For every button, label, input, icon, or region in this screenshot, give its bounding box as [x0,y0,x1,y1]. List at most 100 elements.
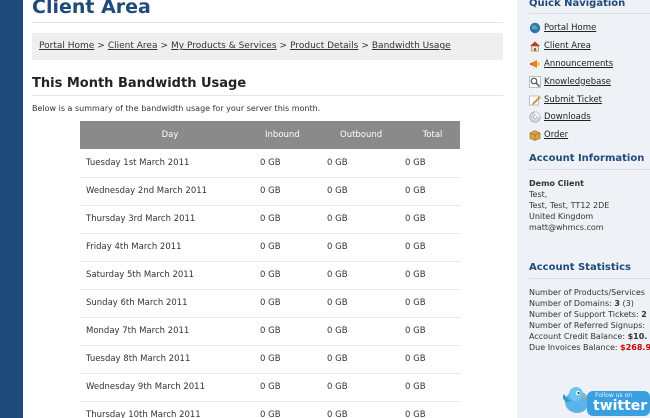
nav-item-downloads[interactable]: Downloads [529,110,591,123]
breadcrumb-separator: > [160,41,169,51]
cell-total: 0 GB [405,373,460,402]
cell-inbound: 0 GB [260,233,327,262]
table-row: Tuesday 8th March 2011 0 GB 0 GB 0 GB [80,345,460,374]
table-header-row: Day Inbound Outbound Total [80,121,460,149]
table-row: Tuesday 1st March 2011 0 GB 0 GB 0 GB [80,149,460,178]
table-row: Monday 7th March 2011 0 GB 0 GB 0 GB [80,317,460,346]
cell-total: 0 GB [405,317,460,346]
breadcrumb-products-services[interactable]: My Products & Services [171,41,277,51]
twitter-follow-button[interactable]: Follow us on twitter [560,380,650,418]
quick-navigation-heading: Quick Navigation [529,0,626,9]
nav-item-label: Portal Home [544,22,597,33]
breadcrumb-separator: > [361,41,369,51]
nav-item-order[interactable]: Order [529,128,568,141]
stat-products: Number of Products/Services [529,288,645,297]
breadcrumb-portal-home[interactable]: Portal Home [39,41,94,51]
section-title: This Month Bandwidth Usage [32,76,247,91]
table-row: Thursday 10th March 2011 0 GB 0 GB 0 GB [80,401,460,418]
column-header-total: Total [405,121,460,149]
home-icon [530,41,540,51]
nav-item-label: Order [544,129,569,140]
stat-credit-balance: Account Credit Balance: $10. [529,332,648,341]
cell-total: 0 GB [405,261,460,290]
sidebar: Quick Navigation Portal Home Client Area… [517,0,650,418]
cell-outbound: 0 GB [327,289,405,318]
nav-item-announcements[interactable]: Announcements [529,57,613,70]
breadcrumb-bandwidth-usage[interactable]: Bandwidth Usage [372,41,451,51]
table-row: Friday 4th March 2011 0 GB 0 GB 0 GB [80,233,460,262]
section-divider [32,95,503,96]
cell-inbound: 0 GB [260,317,327,346]
breadcrumb-separator: > [279,41,288,51]
nav-item-client-area[interactable]: Client Area [529,39,591,52]
nav-item-label: Knowledgebase [544,76,611,87]
cell-day: Sunday 6th March 2011 [80,289,260,318]
breadcrumb-product-details[interactable]: Product Details [290,41,358,51]
nav-item-knowledgebase[interactable]: Knowledgebase [529,75,611,88]
account-address-line: Test, Test, TT12 2DE [529,201,610,210]
table-row: Saturday 5th March 2011 0 GB 0 GB 0 GB [80,261,460,290]
cell-inbound: 0 GB [260,149,327,178]
table-row: Wednesday 9th March 2011 0 GB 0 GB 0 GB [80,373,460,402]
column-header-outbound: Outbound [327,121,405,149]
cell-day: Saturday 5th March 2011 [80,261,260,290]
column-header-inbound: Inbound [260,121,327,149]
cell-inbound: 0 GB [260,373,327,402]
cell-outbound: 0 GB [327,233,405,262]
stat-due-invoices: Due Invoices Balance: $268.9 [529,343,650,352]
title-divider [32,22,503,23]
cell-total: 0 GB [405,233,460,262]
cell-day: Thursday 10th March 2011 [80,401,260,418]
account-statistics-heading: Account Statistics [529,262,631,273]
cell-outbound: 0 GB [327,261,405,290]
cell-total: 0 GB [405,401,460,418]
cell-day: Wednesday 2nd March 2011 [80,177,260,206]
twitter-wordmark: twitter [593,398,648,414]
account-name: Demo Client [529,179,584,188]
sidebar-divider [529,13,650,14]
cell-outbound: 0 GB [327,177,405,206]
sidebar-divider [529,169,650,170]
table-row: Wednesday 2nd March 2011 0 GB 0 GB 0 GB [80,177,460,206]
table-row: Thursday 3rd March 2011 0 GB 0 GB 0 GB [80,205,460,234]
stat-referred-signups: Number of Referred Signups: [529,321,646,330]
cell-day: Thursday 3rd March 2011 [80,205,260,234]
cell-inbound: 0 GB [260,289,327,318]
cell-day: Monday 7th March 2011 [80,317,260,346]
cell-outbound: 0 GB [327,401,405,418]
nav-item-label: Submit Ticket [544,94,603,105]
breadcrumb-separator: > [97,41,105,51]
pencil-icon [529,95,541,105]
cell-inbound: 0 GB [260,261,327,290]
nav-item-label: Client Area [544,40,591,51]
column-header-day: Day [80,121,260,149]
megaphone-icon [530,59,540,68]
account-details: Demo Client Test, Test, Test, TT12 2DE U… [529,178,609,233]
cell-day: Tuesday 1st March 2011 [80,149,260,178]
intro-text: Below is a summary of the bandwidth usag… [32,104,321,113]
cell-day: Friday 4th March 2011 [80,233,260,262]
account-information-heading: Account Information [529,153,645,164]
main-content: Client Area Portal Home > Client Area > My P… [23,0,517,418]
globe-icon [529,22,541,33]
cell-total: 0 GB [405,149,460,178]
sidebar-divider [529,278,650,279]
cell-inbound: 0 GB [260,345,327,374]
cell-outbound: 0 GB [327,373,405,402]
nav-item-submit-ticket[interactable]: Submit Ticket [529,93,602,106]
cell-day: Tuesday 8th March 2011 [80,345,260,374]
stat-support-tickets: Number of Support Tickets: 2 [529,310,647,319]
cell-outbound: 0 GB [327,205,405,234]
cell-inbound: 0 GB [260,401,327,418]
account-statistics: Number of Products/Services Number of Do… [529,287,650,353]
box-icon [529,129,541,141]
breadcrumb-client-area[interactable]: Client Area [108,41,158,51]
magnifier-icon [529,75,541,88]
cell-outbound: 0 GB [327,149,405,178]
table-row: Sunday 6th March 2011 0 GB 0 GB 0 GB [80,289,460,318]
account-email: matt@whmcs.com [529,223,604,232]
cell-outbound: 0 GB [327,345,405,374]
cell-inbound: 0 GB [260,177,327,206]
nav-item-portal-home[interactable]: Portal Home [529,21,596,34]
nav-item-label: Announcements [544,58,614,69]
